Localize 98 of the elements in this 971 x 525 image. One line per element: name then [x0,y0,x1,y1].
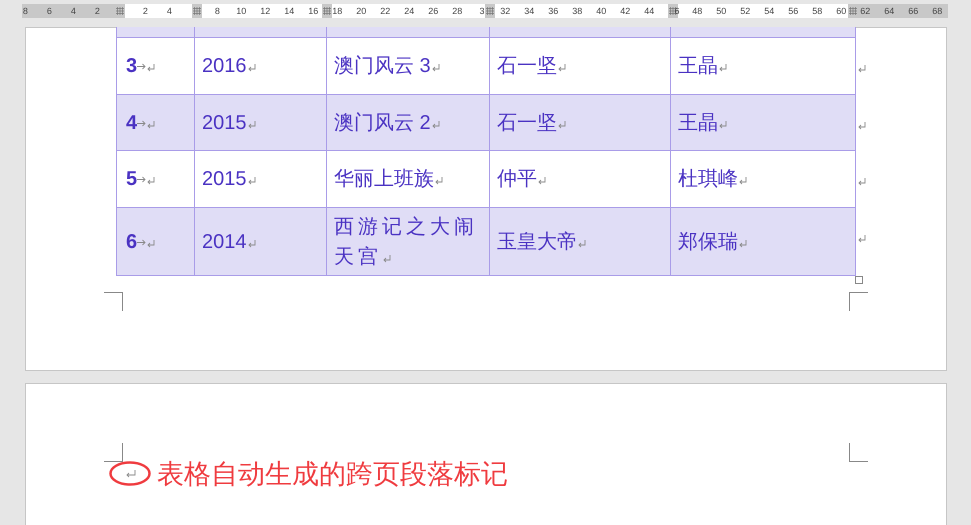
paragraph-mark-icon [858,121,866,130]
paragraph-mark-icon [248,120,256,128]
ruler-label: 66 [908,5,918,18]
paragraph-mark-icon [719,63,727,72]
table-cell: 石一坚 [489,95,670,150]
highlight-ellipse [109,461,151,486]
ruler-label: 16 [308,5,318,18]
ruler-label: 6 [46,5,52,18]
paragraph-mark-icon [858,234,866,243]
table-cell: 玉皇大帝 [489,208,670,275]
ruler-label: 22 [380,5,390,18]
paragraph-mark-icon [858,177,866,186]
paragraph-mark-icon [558,63,566,72]
table-cell: 4 [116,95,194,150]
table-cell: 王晶 [670,95,856,150]
corner-mark-icon [849,292,868,311]
paragraph-mark-icon [578,238,586,248]
paragraph-mark-icon [558,120,566,128]
ruler-label: 8 [214,5,220,18]
ruler-label: 4 [166,5,172,18]
table-resize-handle-icon[interactable] [855,276,863,284]
column-marker-icon[interactable] [322,4,332,18]
ruler-label: 10 [236,5,246,18]
ruler-label: 12 [260,5,270,18]
tab-mark-icon [137,120,146,127]
paragraph-mark-icon [432,120,440,128]
ruler-label: 3 [480,5,485,18]
paragraph-mark-icon [538,176,546,185]
ruler-label: 36 [548,5,558,18]
paragraph-mark-icon [719,120,727,128]
tab-mark-icon [137,176,146,184]
table-cell: 澳门风云 2 [326,95,489,150]
corner-mark-icon [104,443,123,462]
ruler-label: 40 [596,5,606,18]
column-marker-icon[interactable] [848,4,858,18]
ruler-label: 2 [94,5,100,18]
ruler-label: 38 [572,5,582,18]
paragraph-mark-icon [858,64,866,73]
table-cell: 6 [116,208,194,275]
ruler-label: 26 [428,5,438,18]
ruler-label: 58 [812,5,822,18]
table-cell: 石一坚 [489,38,670,94]
ruler-label: 6 [674,5,680,18]
table-cell: 仲平 [489,151,670,207]
table-cell: 2015 [194,151,326,207]
paragraph-mark-icon [248,238,256,248]
tab-mark-icon [137,238,146,246]
table-cell: 3 [116,38,194,94]
table-cell: 2015 [194,95,326,150]
ruler-label: 4 [70,5,76,18]
ruler-label: 24 [404,5,414,18]
ruler-label: 8 [22,5,28,18]
table-cell: 华丽上班族 [326,151,489,207]
ruler-label: 44 [644,5,654,18]
paragraph-mark-icon [739,176,747,185]
table-cell: 王晶 [670,38,856,94]
ruler-label: 56 [788,5,798,18]
column-marker-icon[interactable] [668,4,678,18]
table-cell: 澳门风云 3 [326,38,489,94]
table-cell: 杜琪峰 [670,151,856,207]
ruler-label: 2 [142,5,148,18]
table-cell: 郑保瑞 [670,208,856,275]
ruler-label: 34 [524,5,534,18]
table-cell: 2016 [194,38,326,94]
annotation-text: 表格自动生成的跨页段落标记 [157,458,508,491]
ruler-label: 48 [692,5,702,18]
ruler-label: 68 [932,5,942,18]
ruler-label: 18 [332,5,342,18]
table-cell: 5 [116,151,194,207]
ruler-label: 42 [620,5,630,18]
ruler-label: 52 [740,5,750,18]
ruler-label: 28 [452,5,462,18]
paragraph-mark-icon [435,176,443,185]
ruler-label: 60 [836,5,846,18]
ruler-label: 50 [716,5,726,18]
table-cell: 西游记之大闹天宫 [326,208,489,275]
ruler-label: 32 [500,5,510,18]
paragraph-mark-icon [147,176,156,185]
paragraph-mark-icon [147,63,156,72]
column-marker-icon[interactable] [115,4,125,18]
ruler-label: 62 [860,5,870,18]
table-cell: 2014 [194,208,326,275]
column-marker-icon[interactable] [192,4,202,18]
corner-mark-icon [104,292,123,311]
paragraph-mark-icon [248,63,256,72]
ruler-label: 14 [284,5,294,18]
paragraph-mark-icon [147,238,156,248]
ruler-label: 64 [884,5,894,18]
paragraph-mark-icon [383,254,391,262]
tab-mark-icon [137,63,146,70]
paragraph-mark-icon [739,238,747,248]
column-marker-icon[interactable] [485,4,495,18]
paragraph-mark-icon [147,120,156,128]
ruler-label: 20 [356,5,366,18]
corner-mark-icon [849,443,868,462]
paragraph-mark-icon [248,176,256,185]
paragraph-mark-icon [432,63,440,72]
ruler-label: 54 [764,5,774,18]
